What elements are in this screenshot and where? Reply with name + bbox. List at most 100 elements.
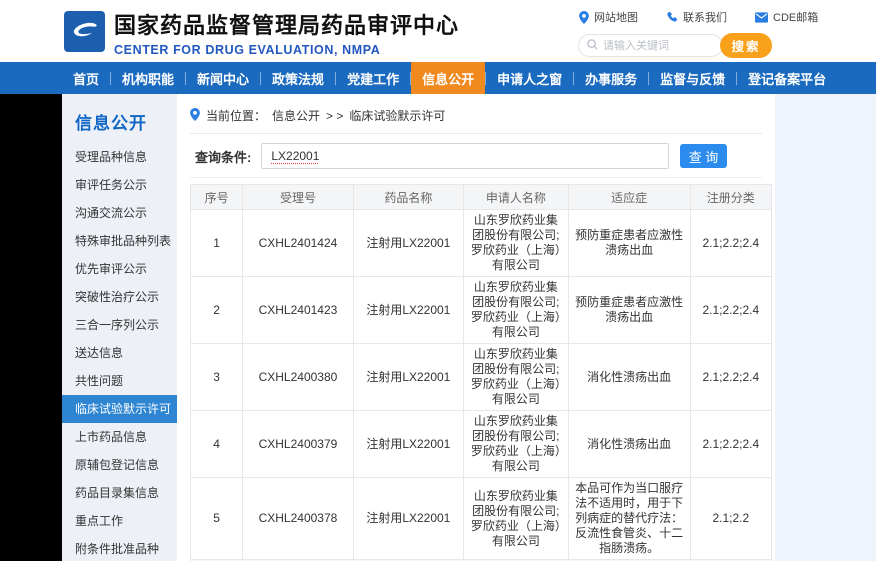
cde-logo-swoosh-icon xyxy=(68,13,101,51)
cell-applicant: 山东罗欣药业集团股份有限公司;罗欣药业（上海）有限公司 xyxy=(464,344,569,411)
nav-item-info-disclosure[interactable]: 信息公开 xyxy=(411,62,485,94)
table-row: 1 CXHL2401424 注射用LX22001 山东罗欣药业集团股份有限公司;… xyxy=(191,210,772,277)
cell-applicant: 山东罗欣药业集团股份有限公司;罗欣药业（上海）有限公司 xyxy=(464,411,569,478)
mailbox-label: CDE邮箱 xyxy=(773,9,818,25)
breadcrumb: 当前位置： 信息公开 > > 临床试验默示许可 xyxy=(190,107,762,124)
search-icon xyxy=(587,37,598,55)
sitemap-label: 网站地图 xyxy=(594,9,638,25)
cell-indication: 预防重症患者应激性溃疡出血 xyxy=(568,277,690,344)
map-pin-icon xyxy=(579,11,589,24)
nav-item-policies[interactable]: 政策法规 xyxy=(261,62,335,94)
cell-registration-class: 2.1;2.2;2.4 xyxy=(690,411,771,478)
main-nav: 首页 机构职能 新闻中心 政策法规 党建工作 信息公开 申请人之窗 办事服务 监… xyxy=(0,62,876,94)
sidebar-item-conditional-approval[interactable]: 附条件批准品种 xyxy=(62,535,177,561)
site-title: 国家药品监督管理局药品审评中心 xyxy=(114,8,459,40)
sidebar-item-three-in-one[interactable]: 三合一序列公示 xyxy=(62,311,177,339)
envelope-icon xyxy=(755,12,768,23)
sidebar-item-excipients-registration[interactable]: 原辅包登记信息 xyxy=(62,451,177,479)
table-row: 5 CXHL2400378 注射用LX22001 山东罗欣药业集团股份有限公司;… xyxy=(191,478,772,560)
cell-drug-name: 注射用LX22001 xyxy=(353,478,463,560)
nav-item-party[interactable]: 党建工作 xyxy=(336,62,410,94)
query-button[interactable]: 查 询 xyxy=(680,144,727,168)
col-header-acceptance-no: 受理号 xyxy=(243,185,353,210)
sidebar-item-marketed-drugs[interactable]: 上市药品信息 xyxy=(62,423,177,451)
query-input[interactable]: LX22001 xyxy=(261,143,669,169)
sidebar: 信息公开 受理品种信息 审评任务公示 沟通交流公示 特殊审批品种列表 优先审评公… xyxy=(62,94,177,561)
nav-item-functions[interactable]: 机构职能 xyxy=(111,62,185,94)
cell-acceptance-no: CXHL2401423 xyxy=(243,277,353,344)
right-background-strip xyxy=(775,94,876,561)
breadcrumb-current: 临床试验默示许可 xyxy=(349,107,445,124)
nav-item-news[interactable]: 新闻中心 xyxy=(186,62,260,94)
breadcrumb-section[interactable]: 信息公开 xyxy=(272,107,320,124)
nav-item-applicant-window[interactable]: 申请人之窗 xyxy=(486,62,573,94)
sidebar-item-review-tasks[interactable]: 审评任务公示 xyxy=(62,171,177,199)
cell-index: 1 xyxy=(191,210,243,277)
sitemap-link[interactable]: 网站地图 xyxy=(579,9,638,25)
header-quick-links: 网站地图 联系我们 CDE邮箱 xyxy=(579,9,818,25)
header-search xyxy=(578,34,723,57)
table-row: 3 CXHL2400380 注射用LX22001 山东罗欣药业集团股份有限公司;… xyxy=(191,344,772,411)
query-bar: 查询条件: LX22001 查 询 xyxy=(190,141,762,171)
mailbox-link[interactable]: CDE邮箱 xyxy=(755,9,818,25)
cell-indication: 消化性溃疡出血 xyxy=(568,344,690,411)
cell-acceptance-no: CXHL2400379 xyxy=(243,411,353,478)
col-header-indication: 适应症 xyxy=(568,185,690,210)
cell-index: 4 xyxy=(191,411,243,478)
cell-index: 3 xyxy=(191,344,243,411)
cell-indication: 预防重症患者应激性溃疡出血 xyxy=(568,210,690,277)
contact-label: 联系我们 xyxy=(683,9,727,25)
col-header-index: 序号 xyxy=(191,185,243,210)
table-row: 2 CXHL2401423 注射用LX22001 山东罗欣药业集团股份有限公司;… xyxy=(191,277,772,344)
cell-index: 2 xyxy=(191,277,243,344)
site-subtitle: CENTER FOR DRUG EVALUATION, NMPA xyxy=(114,43,459,57)
cell-drug-name: 注射用LX22001 xyxy=(353,344,463,411)
breadcrumb-divider xyxy=(190,133,762,134)
nav-item-services[interactable]: 办事服务 xyxy=(574,62,648,94)
site-header: 国家药品监督管理局药品审评中心 CENTER FOR DRUG EVALUATI… xyxy=(0,0,876,62)
left-background-strip xyxy=(0,94,62,561)
breadcrumb-separator: > > xyxy=(326,109,343,123)
sidebar-item-clinical-trial-implied-license[interactable]: 临床试验默示许可 xyxy=(62,395,177,423)
nav-item-supervision[interactable]: 监督与反馈 xyxy=(649,62,736,94)
cde-logo[interactable] xyxy=(64,11,105,52)
sidebar-item-drug-catalog[interactable]: 药品目录集信息 xyxy=(62,479,177,507)
query-label: 查询条件: xyxy=(195,147,251,166)
cell-applicant: 山东罗欣药业集团股份有限公司;罗欣药业（上海）有限公司 xyxy=(464,277,569,344)
nav-item-home[interactable]: 首页 xyxy=(62,62,110,94)
cell-drug-name: 注射用LX22001 xyxy=(353,277,463,344)
cell-drug-name: 注射用LX22001 xyxy=(353,411,463,478)
sidebar-item-special-approval[interactable]: 特殊审批品种列表 xyxy=(62,227,177,255)
main-content: 当前位置： 信息公开 > > 临床试验默示许可 查询条件: LX22001 查 … xyxy=(177,94,775,561)
cell-applicant: 山东罗欣药业集团股份有限公司;罗欣药业（上海）有限公司 xyxy=(464,478,569,560)
table-header-row: 序号 受理号 药品名称 申请人名称 适应症 注册分类 xyxy=(191,185,772,210)
cell-indication: 消化性溃疡出血 xyxy=(568,411,690,478)
query-divider xyxy=(190,177,762,178)
search-button[interactable]: 搜索 xyxy=(720,33,772,58)
nav-item-registration-platform[interactable]: 登记备案平台 xyxy=(737,62,837,94)
cell-acceptance-no: CXHL2400378 xyxy=(243,478,353,560)
cell-drug-name: 注射用LX22001 xyxy=(353,210,463,277)
contact-link[interactable]: 联系我们 xyxy=(666,9,727,25)
cell-registration-class: 2.1;2.2;2.4 xyxy=(690,344,771,411)
cell-applicant: 山东罗欣药业集团股份有限公司;罗欣药业（上海）有限公司 xyxy=(464,210,569,277)
breadcrumb-prefix: 当前位置： xyxy=(206,107,266,124)
sidebar-item-breakthrough-therapy[interactable]: 突破性治疗公示 xyxy=(62,283,177,311)
sidebar-title: 信息公开 xyxy=(62,94,177,143)
search-input[interactable] xyxy=(603,40,708,52)
sidebar-item-delivery-info[interactable]: 送达信息 xyxy=(62,339,177,367)
sidebar-item-priority-review[interactable]: 优先审评公示 xyxy=(62,255,177,283)
sidebar-item-key-work[interactable]: 重点工作 xyxy=(62,507,177,535)
sidebar-item-communication[interactable]: 沟通交流公示 xyxy=(62,199,177,227)
sidebar-item-accepted-varieties[interactable]: 受理品种信息 xyxy=(62,143,177,171)
table-row: 4 CXHL2400379 注射用LX22001 山东罗欣药业集团股份有限公司;… xyxy=(191,411,772,478)
cell-registration-class: 2.1;2.2;2.4 xyxy=(690,277,771,344)
col-header-applicant: 申请人名称 xyxy=(464,185,569,210)
sidebar-item-common-issues[interactable]: 共性问题 xyxy=(62,367,177,395)
query-input-value: LX22001 xyxy=(271,149,319,163)
col-header-drug-name: 药品名称 xyxy=(353,185,463,210)
cell-registration-class: 2.1;2.2 xyxy=(690,478,771,560)
phone-icon xyxy=(666,11,678,23)
col-header-registration-class: 注册分类 xyxy=(690,185,771,210)
cell-acceptance-no: CXHL2400380 xyxy=(243,344,353,411)
